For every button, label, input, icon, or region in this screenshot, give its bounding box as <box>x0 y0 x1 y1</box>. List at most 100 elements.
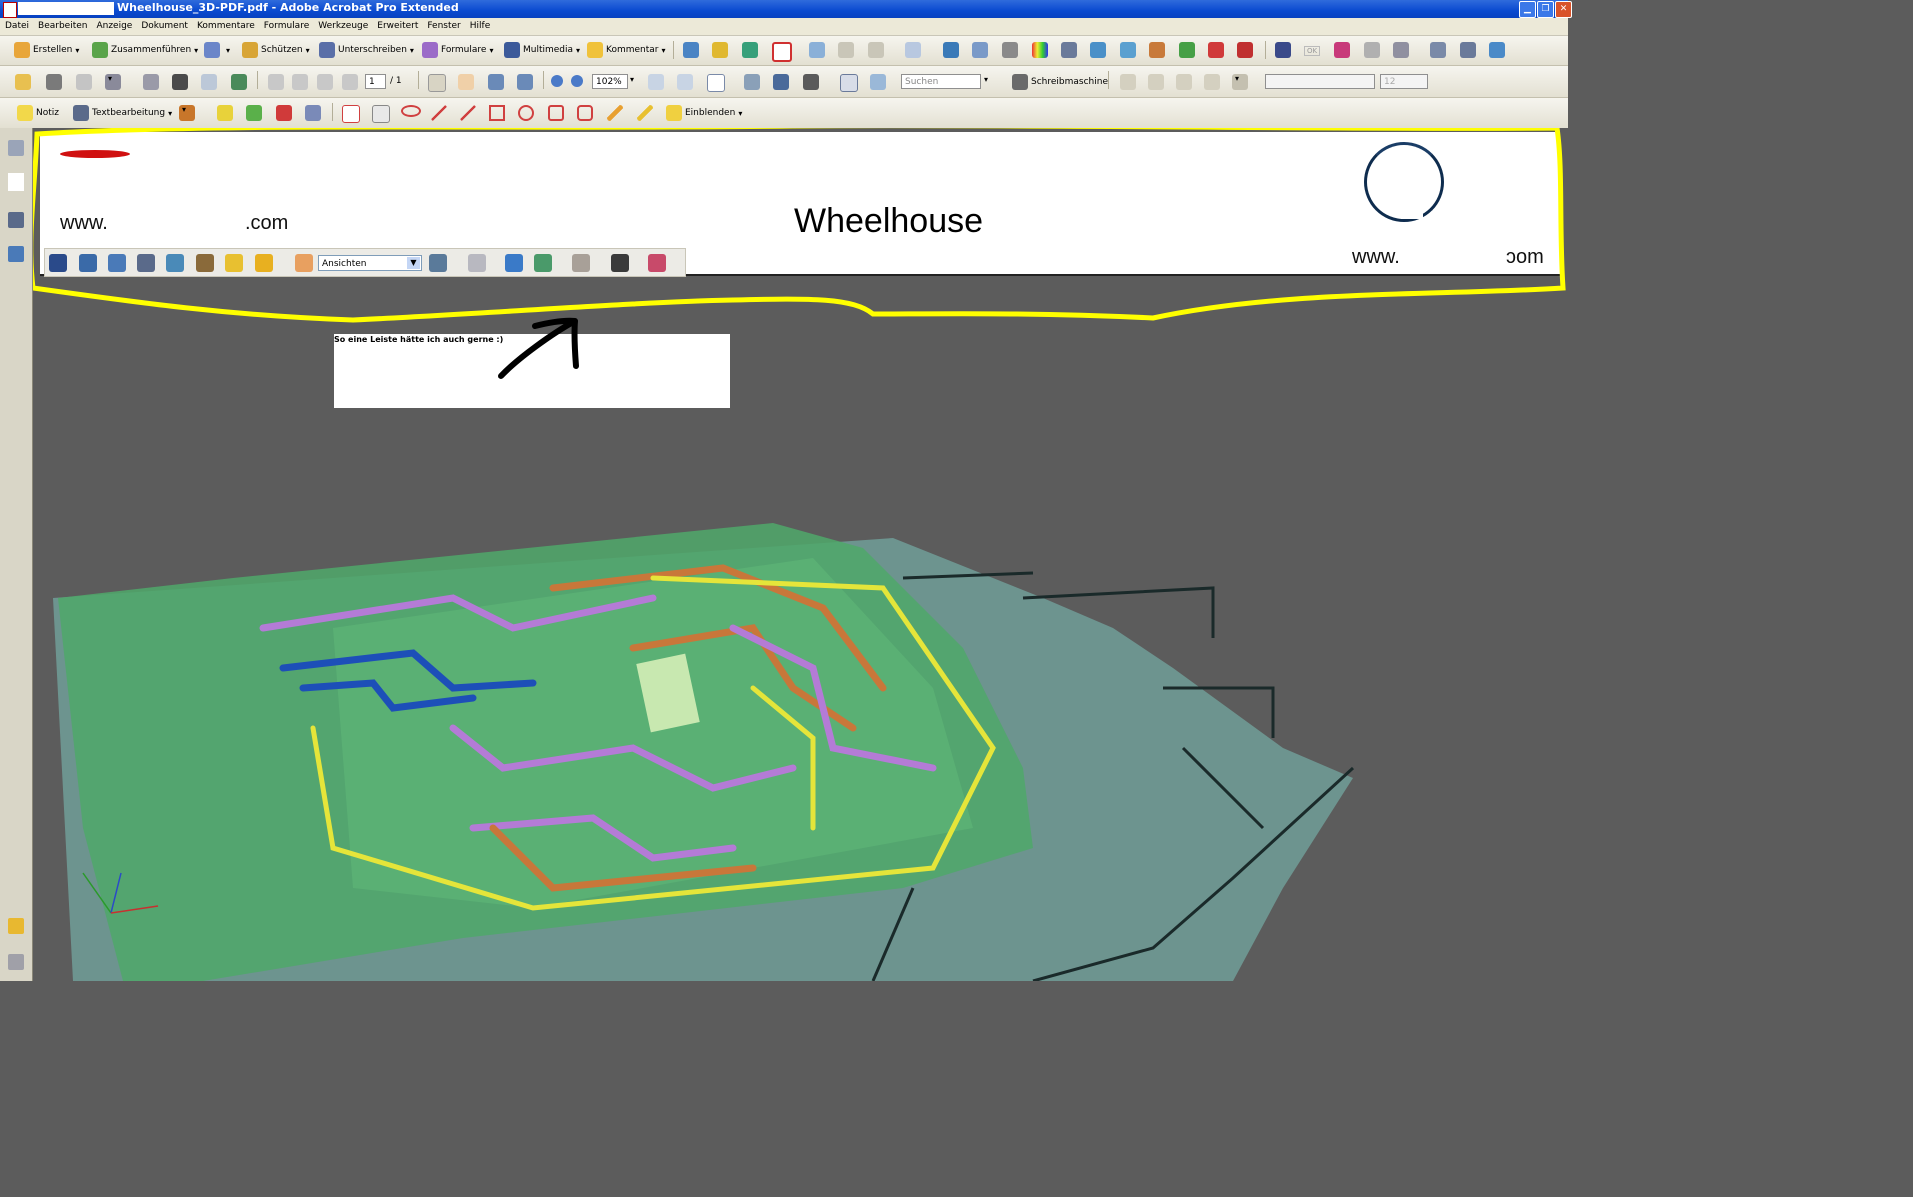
text-select-icon[interactable] <box>428 74 446 92</box>
callout-icon[interactable] <box>342 105 360 123</box>
open-folder-icon[interactable] <box>15 74 31 90</box>
spellcheck-icon[interactable] <box>809 42 825 58</box>
menu-erweitert[interactable]: Erweitert <box>372 18 422 31</box>
attachments-panel-icon[interactable] <box>8 954 24 970</box>
pages-icon[interactable] <box>905 42 921 58</box>
export-icon[interactable] <box>943 42 959 58</box>
zusammenfuehren-button[interactable]: Zusammenführen <box>92 42 198 58</box>
einblenden-button[interactable]: Einblenden <box>666 105 742 121</box>
menu-anzeige[interactable]: Anzeige <box>91 18 136 31</box>
eraser-tool-icon[interactable] <box>637 105 653 121</box>
redact-icon[interactable] <box>1237 42 1253 58</box>
annotation-textbox[interactable]: So eine Leiste hätte ich auch gerne :) <box>334 334 730 408</box>
replace-text-icon[interactable] <box>246 105 262 121</box>
cross-section-icon[interactable] <box>648 254 666 272</box>
page-number-input[interactable]: 1 <box>365 74 386 89</box>
pan-icon[interactable] <box>108 254 126 272</box>
form-field-icon[interactable] <box>1460 42 1476 58</box>
views-select[interactable]: Ansichten ▼ <box>318 255 422 271</box>
render-mode-icon[interactable] <box>534 254 552 272</box>
pdf-icon[interactable] <box>1208 42 1224 58</box>
model-tree-toggle-icon[interactable] <box>429 254 447 272</box>
ok-button-tool[interactable]: OK <box>1304 46 1321 56</box>
menu-hilfe[interactable]: Hilfe <box>465 18 494 31</box>
notiz-button[interactable]: Notiz <box>17 105 59 121</box>
stamp-tool-icon[interactable] <box>179 105 195 121</box>
pencil-tool-icon[interactable] <box>607 105 623 121</box>
textbearbeitung-button[interactable]: Textbearbeitung <box>73 105 172 121</box>
print-setup-icon[interactable] <box>105 74 121 90</box>
marquee-zoom-icon[interactable] <box>488 74 504 90</box>
kommentar-button[interactable]: Kommentar <box>587 42 666 58</box>
menu-werkzeuge[interactable]: Werkzeuge <box>313 18 372 31</box>
menu-formulare[interactable]: Formulare <box>259 18 313 31</box>
model-tree-icon[interactable] <box>8 246 24 262</box>
fit-width-icon[interactable] <box>677 74 693 90</box>
polyline-tool-icon[interactable] <box>548 105 564 121</box>
arrow-tool-icon[interactable] <box>431 105 447 121</box>
spin-icon[interactable] <box>79 254 97 272</box>
lighting-icon[interactable] <box>572 254 590 272</box>
scroll-mode-icon[interactable] <box>840 74 858 92</box>
save-icon[interactable] <box>76 74 92 90</box>
play-animation-icon[interactable] <box>468 254 486 272</box>
next-page-icon[interactable] <box>317 74 333 90</box>
attach-file-icon[interactable] <box>305 105 321 121</box>
globe-icon[interactable] <box>231 74 247 90</box>
crop-icon[interactable] <box>1090 42 1106 58</box>
object-data-icon[interactable] <box>742 42 758 58</box>
signature-field-icon[interactable] <box>1489 42 1505 58</box>
flask-icon[interactable] <box>1061 42 1077 58</box>
collaborate-button[interactable] <box>204 42 230 58</box>
attach-tool-icon[interactable] <box>1393 42 1409 58</box>
multimedia-button[interactable]: Multimedia <box>504 42 580 58</box>
background-color-icon[interactable] <box>611 254 629 272</box>
crosshair-icon[interactable] <box>772 42 792 62</box>
dynamic-zoom-icon[interactable] <box>517 74 533 90</box>
zoom-3d-icon[interactable] <box>137 254 155 272</box>
document-icon[interactable] <box>972 42 988 58</box>
zoom-in-icon[interactable] <box>571 75 583 87</box>
email-icon[interactable] <box>201 74 217 90</box>
camera-icon[interactable] <box>803 74 819 90</box>
insert-text-icon[interactable] <box>217 105 233 121</box>
actual-size-icon[interactable] <box>648 74 664 90</box>
text-field-icon[interactable] <box>1430 42 1446 58</box>
color-icon[interactable] <box>1032 42 1048 58</box>
search-input[interactable]: Suchen <box>901 74 981 89</box>
binoculars-icon[interactable] <box>172 74 188 90</box>
pages-panel-icon[interactable] <box>8 140 24 156</box>
optimize-icon[interactable] <box>1002 42 1018 58</box>
maximize-button[interactable]: ❐ <box>1537 1 1554 18</box>
print-icon[interactable] <box>46 74 62 90</box>
minimize-button[interactable]: ▁ <box>1519 1 1536 18</box>
signatures-panel-icon[interactable] <box>8 212 24 228</box>
typewriter-button[interactable]: Schreibmaschine <box>1012 74 1108 90</box>
camera-3d-icon[interactable] <box>196 254 214 272</box>
comments-panel-icon[interactable] <box>8 918 24 934</box>
oval-tool-icon[interactable] <box>518 105 534 121</box>
snapshot-icon[interactable] <box>744 74 760 90</box>
line-tool-icon[interactable] <box>460 105 476 121</box>
stamp-icon[interactable] <box>773 74 789 90</box>
measure-icon[interactable] <box>225 254 243 272</box>
list-tool-icon[interactable] <box>1364 42 1380 58</box>
projection-icon[interactable] <box>505 254 523 272</box>
select-arrow-icon[interactable] <box>1275 42 1291 58</box>
redo-icon[interactable] <box>868 42 884 58</box>
rotate-icon[interactable] <box>49 254 67 272</box>
formulare-button[interactable]: Formulare <box>422 42 493 58</box>
acrobat-app-icon[interactable] <box>3 2 17 18</box>
select-object-icon[interactable] <box>1120 42 1136 58</box>
full-screen-icon[interactable] <box>870 74 886 90</box>
download-icon[interactable] <box>1179 42 1195 58</box>
document-view[interactable]: www. .com Wheelhouse www. ɔom Ansichten … <box>33 128 1568 981</box>
tool-icon[interactable] <box>683 42 699 58</box>
fly-icon[interactable] <box>166 254 184 272</box>
search-dropdown-arrow[interactable]: ▾ <box>984 75 988 84</box>
schuetzen-button[interactable]: Schützen <box>242 42 310 58</box>
edit-object-icon[interactable] <box>1149 42 1165 58</box>
strike-text-icon[interactable] <box>276 105 292 121</box>
paperclip-icon[interactable] <box>143 74 159 90</box>
last-page-icon[interactable] <box>342 74 358 90</box>
